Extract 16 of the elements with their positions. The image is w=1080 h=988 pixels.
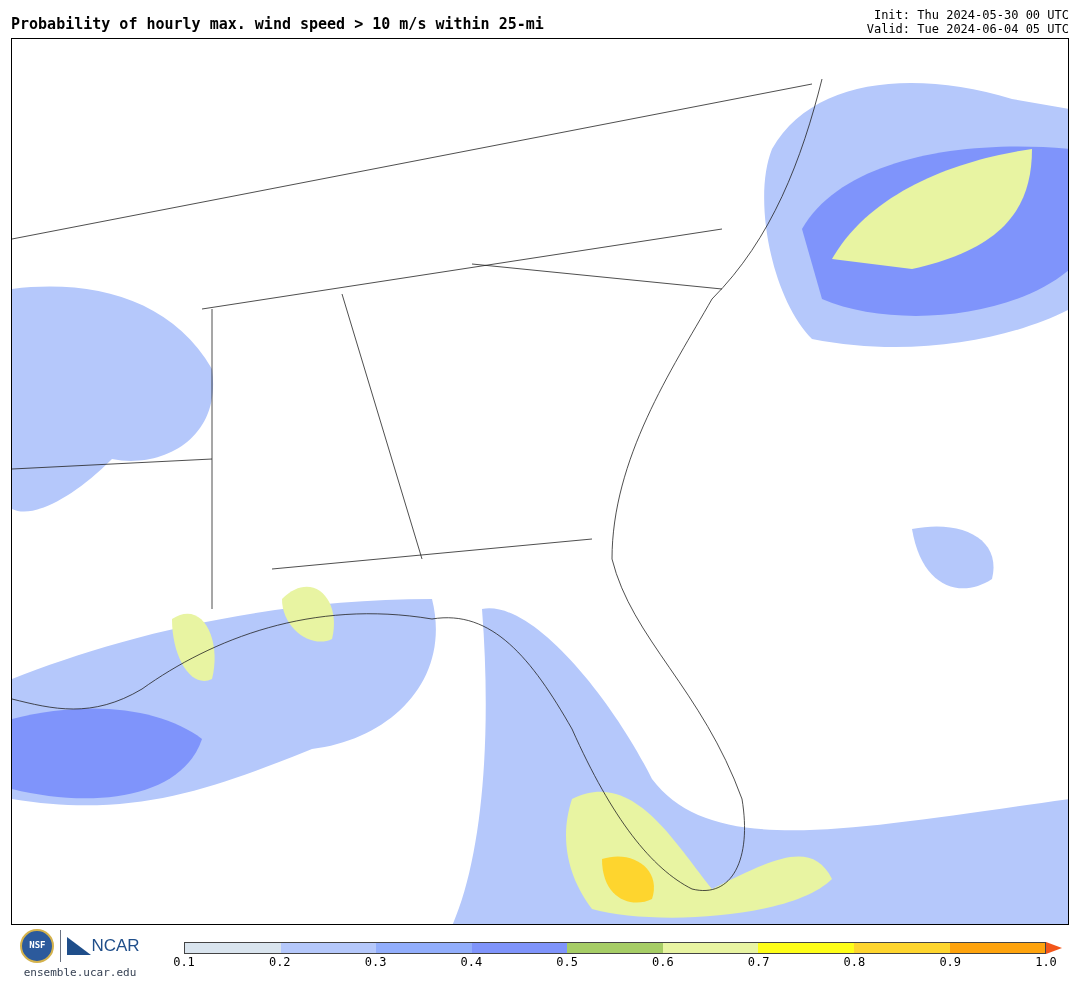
tick-label: 0.8 (843, 956, 866, 968)
valid-time: Valid: Tue 2024-06-04 05 UTC (866, 22, 1069, 36)
tick-label: 0.4 (460, 956, 483, 968)
tick-label: 0.5 (556, 956, 578, 968)
tick-label: 1.0 (1035, 956, 1057, 968)
nsf-logo: NSF (20, 929, 55, 963)
tick-label: 0.3 (364, 956, 387, 968)
tick-label: 0.6 (652, 956, 674, 968)
tick-label: 0.7 (747, 956, 770, 968)
tick-label: 0.2 (268, 956, 291, 968)
ncar-logo: NCAR (91, 935, 140, 958)
ncar-triangle-icon (67, 937, 92, 955)
chart-title: Probability of hourly max. wind speed > 10 m/s within 25-mi (11, 17, 544, 35)
tick-label: 0.9 (939, 956, 962, 968)
init-time: Init: Thu 2024-05-30 00 UTC (873, 8, 1069, 22)
tick-label: 0.1 (173, 956, 195, 968)
